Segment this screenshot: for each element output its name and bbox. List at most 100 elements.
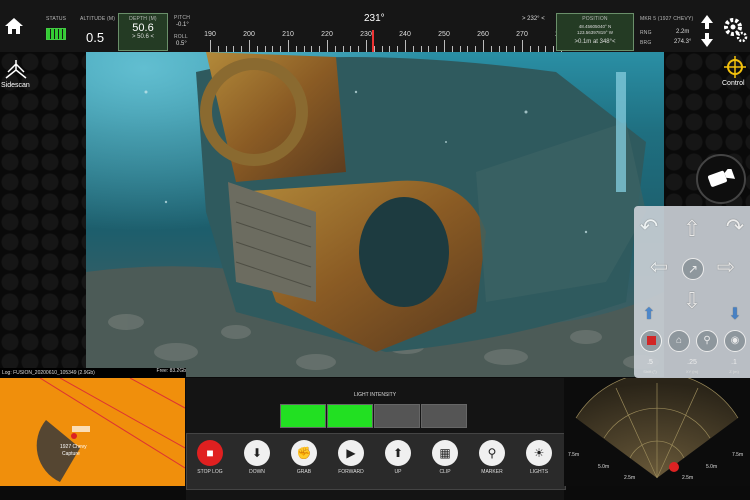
down-button[interactable]: ⬇ DOWN (239, 440, 275, 475)
up-icon: ⬆ (385, 440, 411, 466)
backward-arrow-icon[interactable]: ⇩ (679, 290, 705, 312)
sonar-fan (575, 372, 739, 479)
compass-tick-label: 240 (399, 31, 411, 38)
right-arrow-icon[interactable]: ⇨ (713, 256, 739, 278)
down-blue-arrow-icon[interactable]: ⬇ (722, 304, 748, 326)
position-lat: 48.45605040° N (578, 24, 612, 29)
roll-label: ROLL (174, 34, 188, 40)
right-panel: Control (664, 52, 750, 206)
sonar-range-right-near: 2.5m (682, 475, 694, 481)
minimap-marker-label: 1927 Chevy (60, 444, 87, 450)
altitude-value: 0.5 (86, 30, 105, 45)
location-pin-icon[interactable]: ⚲ (696, 330, 718, 352)
xy-value[interactable]: .25 (677, 359, 707, 366)
crosshair-icon[interactable] (724, 56, 746, 78)
light-segment[interactable] (327, 404, 373, 428)
video-frame (86, 52, 664, 377)
status-label: STATUS (46, 16, 67, 22)
sonar-range-left-near: 2.5m (624, 475, 636, 481)
bearing-label: Brg (640, 40, 652, 46)
compass-major-tick (483, 40, 484, 52)
compass-tick-label: 270 (516, 31, 528, 38)
left-arrow-icon[interactable]: ⇦ (646, 256, 672, 278)
camera-tilt-control[interactable] (696, 154, 746, 204)
compass-major-tick (327, 40, 328, 52)
bearing-value: 274.3° (674, 39, 692, 45)
rotate-right-icon[interactable]: ↷ (722, 216, 748, 238)
position-label: POSITION (582, 16, 608, 22)
compass-major-tick (249, 40, 250, 52)
home-icon[interactable] (4, 16, 24, 36)
light-intensity-label: LIGHT INTENSITY (353, 392, 397, 398)
button-label: STOP LOG (197, 469, 223, 475)
compass-tick-label: 230 (360, 31, 372, 38)
up-blue-arrow-icon[interactable]: ⬆ (636, 304, 662, 326)
compass-tick-label: 190 (204, 31, 216, 38)
marker-cycle-arrows-icon[interactable] (700, 14, 714, 48)
position-box: POSITION 48.45605040° N 123.56397819° W … (556, 13, 634, 51)
sonar-range-right-far: 7.5m (732, 452, 744, 458)
range-value: 2.2m (676, 29, 690, 35)
heading-target: > 232° < (522, 16, 545, 22)
compass-major-tick (405, 40, 406, 52)
compass-tick-label: 250 (438, 31, 450, 38)
control-label[interactable]: Control (722, 80, 745, 87)
sonar-display[interactable]: 7.5m 5.0m 2.5m 2.5m 5.0m 7.5m (564, 372, 750, 486)
depth-value: 50.6 (132, 22, 154, 34)
compass-tick-label: 200 (243, 31, 255, 38)
forward-arrow-icon[interactable]: ⇧ (679, 218, 705, 240)
button-label: GRAB (296, 469, 312, 475)
heading-indicator (372, 30, 374, 52)
eye-icon[interactable]: ◉ (724, 330, 746, 352)
button-label: DOWN (249, 469, 265, 475)
compass-tick-label: 220 (321, 31, 333, 38)
sonar-range-left-far: 7.5m (568, 452, 580, 458)
log-file-text: Log: FUSION_20200610_105349 (2.9Gb) (2, 370, 95, 376)
z-value[interactable]: .1 (719, 359, 749, 366)
compass-major-tick (366, 40, 367, 52)
home-position-icon[interactable]: ⌂ (668, 330, 690, 352)
light-segment[interactable] (421, 404, 467, 428)
grab-icon: ✊ (291, 440, 317, 466)
range-label: Rng (640, 30, 652, 36)
up-button[interactable]: ⬆ UP (380, 440, 416, 475)
forward-button[interactable]: ▶ FORWARD (333, 440, 369, 475)
compass-major-tick (444, 40, 445, 52)
minimap-capture-label: Capture (62, 451, 80, 457)
sidescan-icon[interactable] (4, 58, 28, 80)
movement-control-pad: ↶ ⇧ ↷ ⇦ ↗ ⇨ ⇩ ⬆ ⬇ ⌂ ⚲ ◉ .5 .25 .1 Shift … (634, 206, 750, 378)
sonar-range-left-mid: 5.0m (598, 464, 610, 470)
stop-log-button[interactable]: ■ STOP LOG (192, 440, 228, 475)
button-label: LIGHTS (529, 469, 549, 475)
minimap-canvas (0, 378, 185, 486)
light-segment[interactable] (280, 404, 326, 428)
clip-button[interactable]: ▦ CLIP (427, 440, 463, 475)
shift-value[interactable]: .5 (635, 359, 665, 366)
grab-button[interactable]: ✊ GRAB (286, 440, 322, 475)
sidescan-label[interactable]: Sidescan (1, 82, 30, 89)
settings-gear-icon[interactable] (722, 16, 748, 44)
marker-button[interactable]: ⚲ MARKER (474, 440, 510, 475)
button-label: UP (394, 469, 402, 475)
video-camera-icon (707, 169, 735, 187)
shift-label: Shift (°) (643, 369, 657, 374)
roll-value: 0.5° (176, 41, 187, 47)
compass-tick-label: 260 (477, 31, 489, 38)
heading-value: 231° (364, 13, 385, 24)
battery-icon (46, 28, 66, 40)
camera-video-feed (86, 52, 664, 377)
compass-heading-icon[interactable]: ↗ (682, 258, 704, 280)
depth-target: > 50.6 < (131, 34, 155, 40)
position-minimap[interactable]: 1927 Chevy Capture (0, 378, 185, 486)
bulb-icon: ☀ (526, 440, 552, 466)
rotate-left-icon[interactable]: ↶ (636, 216, 662, 238)
pitch-value: -0.1° (176, 22, 189, 28)
z-label: Z (m) (729, 369, 739, 374)
lights-button[interactable]: ☀ LIGHTS (521, 440, 557, 475)
light-segment[interactable] (374, 404, 420, 428)
camera-forward-icon: ▶ (338, 440, 364, 466)
stop-icon: ■ (197, 440, 223, 466)
stop-record-icon[interactable] (640, 330, 662, 352)
down-icon: ⬇ (244, 440, 270, 466)
button-label: FORWARD (338, 469, 364, 475)
